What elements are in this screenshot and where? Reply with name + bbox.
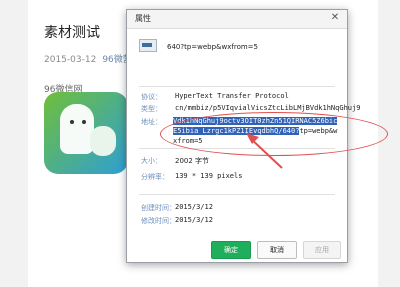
modified-label: 修改时间： [141, 217, 176, 225]
divider [139, 194, 335, 195]
protocol-label: 协议： [141, 93, 162, 101]
size-label: 大小： [141, 157, 162, 165]
speech-bubble-shape [60, 104, 94, 154]
image-file-icon [139, 39, 157, 52]
dialog-titlebar[interactable]: 属性 ✕ [127, 10, 347, 29]
speech-bubble-shape-small [90, 126, 116, 156]
address-label: 地址： [141, 118, 162, 126]
article-date: 2015-03-12 [44, 55, 97, 65]
apply-button[interactable]: 应用 [303, 241, 341, 259]
type-label: 类型： [141, 105, 162, 113]
close-icon[interactable]: ✕ [329, 12, 341, 24]
dimension-label: 分辨率： [141, 173, 169, 181]
type-value: cn/mmbiz/p5VIqvialVicsZtcLibLMjBVdk1hNqG… [175, 104, 361, 112]
eye-dot [82, 120, 86, 124]
dimension-value: 139 * 139 pixels [175, 172, 243, 180]
dialog-title: 属性 [135, 14, 151, 23]
cancel-button[interactable]: 取消 [257, 241, 297, 259]
file-name: 640?tp=webp&wxfrom=5 [167, 43, 258, 51]
red-ellipse-annotation [160, 112, 388, 156]
protocol-value: HyperText Transfer Protocol [175, 92, 289, 100]
created-label: 创建时间： [141, 204, 176, 212]
divider [139, 86, 335, 87]
size-value: 2002 字节 [175, 157, 210, 165]
modified-value: 2015/3/12 [175, 216, 213, 224]
article-image[interactable] [44, 92, 128, 174]
ok-button[interactable]: 确定 [211, 241, 251, 259]
article-title: 素材测试 [44, 25, 100, 41]
created-value: 2015/3/12 [175, 203, 213, 211]
eye-dot [70, 120, 74, 124]
